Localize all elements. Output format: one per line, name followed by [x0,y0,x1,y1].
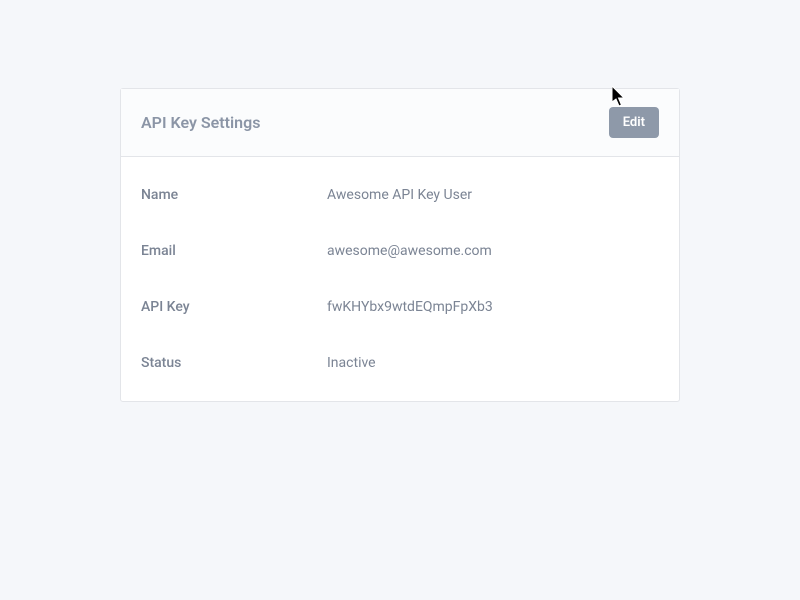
field-value-name: Awesome API Key User [327,187,472,203]
field-value-email: awesome@awesome.com [327,243,492,259]
field-label-name: Name [141,187,327,203]
panel-header: API Key Settings Edit [121,89,679,157]
field-row-api-key: API Key fwKHYbx9wtdEQmpFpXb3 [121,279,679,335]
panel-title: API Key Settings [141,113,260,132]
field-label-api-key: API Key [141,299,327,315]
field-value-status: Inactive [327,355,376,371]
panel-body: Name Awesome API Key User Email awesome@… [121,157,679,401]
edit-button[interactable]: Edit [609,107,659,138]
field-row-name: Name Awesome API Key User [121,167,679,223]
field-row-email: Email awesome@awesome.com [121,223,679,279]
field-label-status: Status [141,355,327,371]
field-value-api-key: fwKHYbx9wtdEQmpFpXb3 [327,299,493,315]
field-row-status: Status Inactive [121,335,679,391]
api-key-settings-panel: API Key Settings Edit Name Awesome API K… [120,88,680,402]
field-label-email: Email [141,243,327,259]
